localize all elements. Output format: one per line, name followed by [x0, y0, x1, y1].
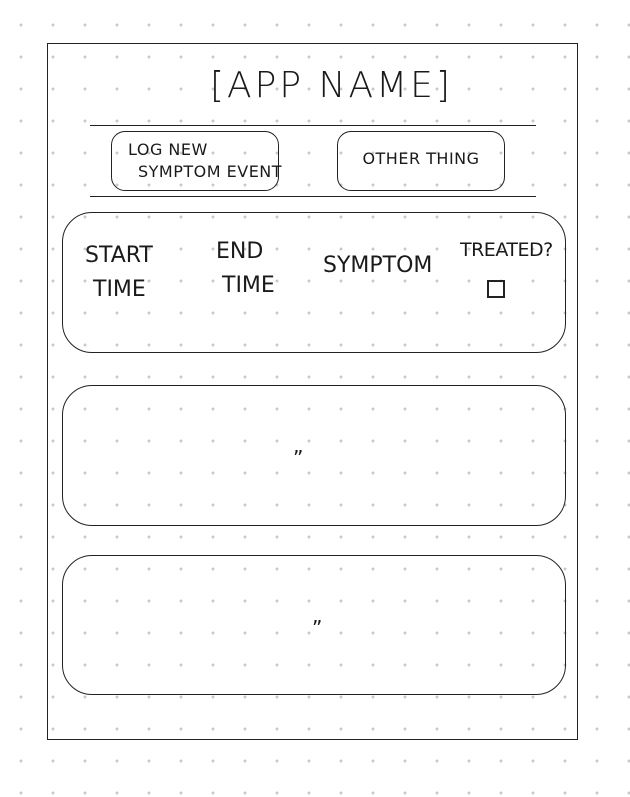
- app-title: [APP NAME]: [210, 65, 453, 106]
- log-button-label-line1: LOG NEW: [128, 140, 208, 159]
- other-button-label: OTHER THING: [362, 149, 480, 168]
- end-time-label-line1: END: [216, 239, 264, 264]
- other-thing-button[interactable]: OTHER THING: [337, 131, 505, 191]
- start-time-label: START TIME: [85, 239, 153, 307]
- symptom-label: SYMPTOM: [323, 253, 433, 278]
- end-time-label-line2: TIME: [222, 273, 275, 298]
- header-divider-top: [90, 125, 536, 126]
- header-divider-bottom: [90, 196, 536, 197]
- ditto-mark: ”: [293, 446, 304, 470]
- start-time-label-line2: TIME: [93, 277, 146, 302]
- ditto-mark: ”: [312, 616, 323, 640]
- start-time-label-line1: START: [85, 243, 153, 268]
- symptom-event-card[interactable]: ”: [62, 385, 566, 526]
- symptom-event-card[interactable]: START TIME END TIME SYMPTOM TREATED?: [62, 212, 566, 353]
- treated-label: TREATED?: [460, 239, 553, 261]
- log-button-label-line2: SYMPTOM EVENT: [138, 162, 283, 181]
- symptom-event-card[interactable]: ”: [62, 555, 566, 695]
- end-time-label: END TIME: [216, 235, 275, 303]
- log-new-symptom-event-button[interactable]: LOG NEW SYMPTOM EVENT: [111, 131, 283, 191]
- treated-checkbox[interactable]: [487, 280, 505, 298]
